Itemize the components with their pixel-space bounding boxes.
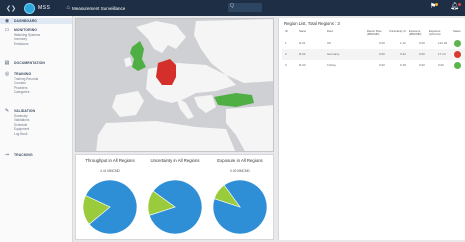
cell-id: 1	[285, 41, 287, 45]
table-row[interactable]: 2 R-02 Germany 0.00 0.32 0.00 17.14	[282, 49, 465, 60]
sidebar-group-training: ◎ TRAINING Training Records Courses Prov…	[0, 71, 72, 95]
status-indicator-red	[454, 51, 461, 58]
cell-id: 3	[285, 63, 287, 67]
europe-map-svg	[76, 19, 273, 151]
sidebar: ◉ DASHBOARD ▭ MONITORING Watching System…	[0, 16, 73, 242]
chart-title: Exposure in All Regions	[217, 158, 263, 163]
top-bar: ❮❯ MSS ⌂ Measurement Surveillance Q ⚑ 🔔︎	[0, 0, 465, 16]
sidebar-item-tracking[interactable]: ⇝ TRACKING	[0, 152, 72, 158]
logo-circle-icon	[24, 2, 35, 14]
cell-exposure-rate: 144.02	[438, 41, 448, 45]
column-header-name[interactable]: Name	[299, 30, 306, 33]
cell-uncertainty: 0.32	[400, 52, 406, 56]
cell-uncertainty: 0.18	[400, 63, 406, 67]
region-map[interactable]	[75, 18, 274, 152]
charts-panel: Throughput in All Regions 4.41 MMCMD Unc…	[75, 154, 274, 240]
cell-name: R-02	[299, 52, 306, 56]
cell-desc: UK	[327, 41, 332, 45]
dashboard-icon: ◉	[4, 18, 10, 24]
chart-subtitle: 4.41 MMCMD	[100, 169, 120, 173]
pie-chart[interactable]	[212, 179, 268, 235]
pie-chart[interactable]	[82, 179, 138, 235]
cell-name: R-01	[299, 41, 306, 45]
column-header-flow[interactable]: Report Flow (MMCMD)	[367, 30, 387, 36]
app-name: MSS	[38, 5, 51, 11]
sidebar-group-monitoring: ▭ MONITORING Watching Systems Inventory …	[0, 27, 72, 46]
cell-exposure: 0.00	[419, 52, 425, 56]
sidebar-item-dashboard[interactable]: ◉ DASHBOARD	[0, 18, 72, 24]
pie-chart[interactable]	[147, 179, 203, 235]
chart-exposure: Exposure in All Regions 0.00 MMCMD	[210, 157, 270, 239]
home-link[interactable]: ⌂ Measurement Surveillance	[66, 5, 125, 11]
app-logo[interactable]: MSS	[24, 2, 51, 14]
page-title: Measurement Surveillance	[71, 5, 126, 11]
table-title: Region List, Total Regions : 3	[284, 21, 340, 26]
table-row[interactable]: 1 R-01 UK 0.00 1.12 0.00 144.02	[282, 38, 465, 49]
chart-throughput: Throughput in All Regions 4.41 MMCMD	[80, 157, 140, 239]
home-icon: ⌂	[66, 5, 70, 11]
tracking-icon: ⇝	[4, 152, 10, 158]
search-input[interactable]: Q	[228, 3, 262, 12]
cell-exposure: 0.00	[419, 63, 425, 67]
chart-subtitle: 0.00 MMCMD	[230, 169, 250, 173]
cell-desc: Turkey	[327, 63, 337, 67]
status-indicator-green	[454, 62, 461, 69]
chart-title: Uncertainty in All Regions	[150, 158, 200, 163]
column-header-id[interactable]: ID	[285, 30, 288, 33]
notifications-flag-icon[interactable]: ⚑	[430, 2, 439, 10]
cell-flow: 0.00	[379, 63, 385, 67]
table-row[interactable]: 3 R-03 Turkey 0.00 0.18 0.00 0.00	[282, 60, 465, 71]
sidebar-group-validation: ✎ VALIDATION Summary Validations Schedul…	[0, 108, 72, 136]
column-header-uncertainty[interactable]: Uncertainty %	[389, 30, 407, 33]
monitor-icon: ▭	[4, 27, 10, 33]
chart-uncertainty: Uncertainty in All Regions	[145, 157, 205, 239]
chart-title: Throughput in All Regions	[85, 158, 135, 163]
sidebar-item-documentation[interactable]: ▤ DOCUMENTATION	[0, 60, 72, 66]
cell-flow: 0.00	[379, 52, 385, 56]
cell-name: R-03	[299, 63, 306, 67]
cell-exposure: 0.00	[419, 41, 425, 45]
sidebar-subitem[interactable]: Emissions	[14, 42, 72, 46]
cell-flow: 0.00	[379, 41, 385, 45]
validation-icon: ✎	[4, 108, 10, 114]
region-table-panel: Region List, Total Regions : 3 ID Name D…	[278, 18, 465, 240]
cell-uncertainty: 1.12	[400, 41, 406, 45]
cell-desc: Germany	[327, 52, 340, 56]
sidebar-subitem[interactable]: Log Book	[14, 132, 72, 136]
column-header-status[interactable]: Status	[453, 30, 461, 33]
cell-exposure-rate: 17.14	[438, 52, 446, 56]
cell-id: 2	[285, 52, 287, 56]
column-header-exposure[interactable]: Exposure (MMCMD)	[409, 30, 427, 36]
document-icon: ▤	[4, 60, 10, 66]
menu-toggle-icon[interactable]: ❮❯	[0, 0, 22, 16]
search-icon: Q	[230, 3, 234, 9]
alerts-bell-icon[interactable]: 🔔︎	[450, 2, 461, 10]
cell-exposure-rate: 0.00	[438, 63, 444, 67]
column-header-desc[interactable]: Desc	[327, 30, 333, 33]
column-header-exposure-rate[interactable]: Exposure (e/hr/unit)	[429, 30, 449, 36]
status-indicator-green	[454, 40, 461, 47]
training-icon: ◎	[4, 71, 10, 77]
sidebar-subitem[interactable]: Categories	[14, 90, 72, 94]
